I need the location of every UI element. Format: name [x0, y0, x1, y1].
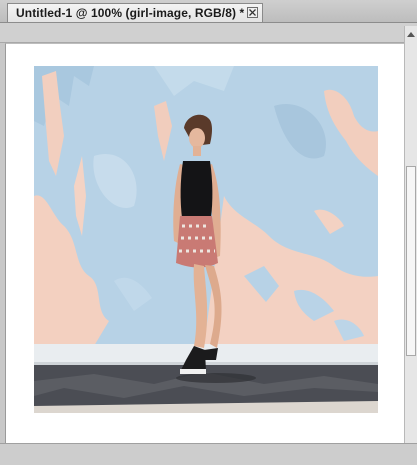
canvas-image[interactable] — [34, 66, 378, 413]
canvas-top-strip — [0, 23, 417, 43]
scroll-thumb[interactable] — [406, 166, 416, 356]
girl-image-layer — [34, 66, 378, 413]
document-tab[interactable]: Untitled-1 @ 100% (girl-image, RGB/8) * — [7, 3, 263, 22]
status-strip — [0, 443, 417, 465]
document-tab-title: Untitled-1 @ 100% (girl-image, RGB/8) * — [16, 6, 245, 20]
scroll-up-icon[interactable] — [407, 32, 415, 37]
close-icon[interactable] — [247, 7, 258, 18]
vertical-scrollbar[interactable] — [404, 26, 417, 443]
document-tab-bar: Untitled-1 @ 100% (girl-image, RGB/8) * — [0, 0, 417, 23]
